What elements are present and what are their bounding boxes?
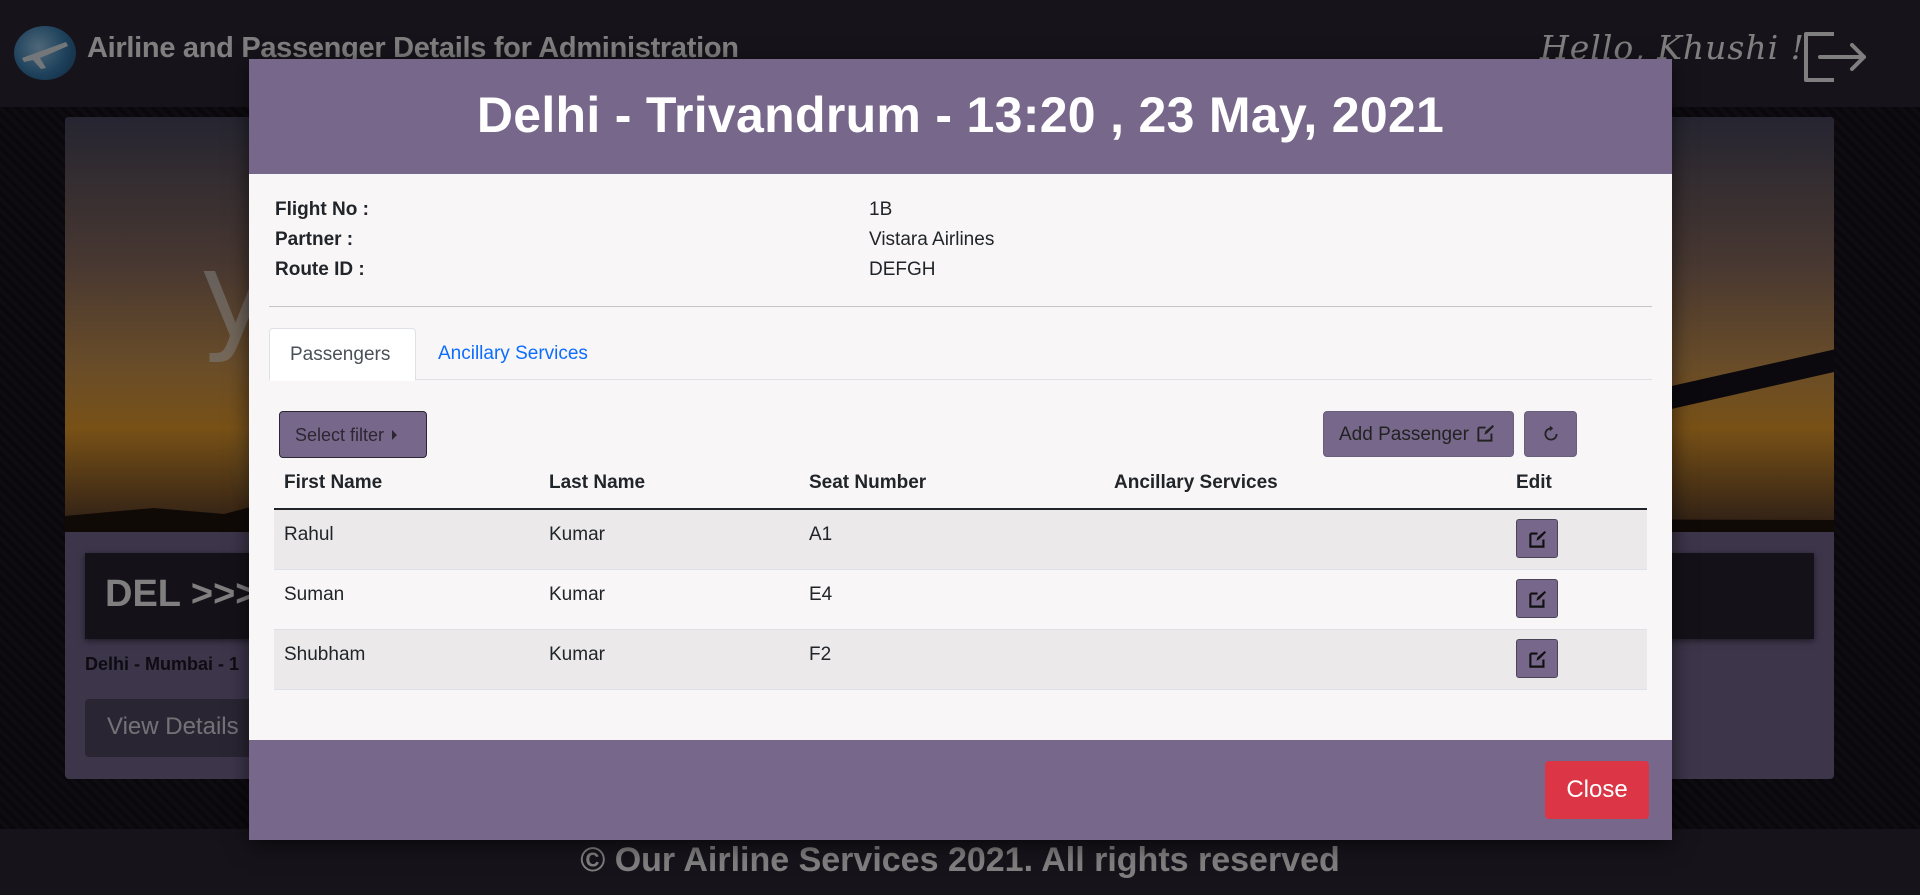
edit-icon (1529, 650, 1547, 668)
edit-passenger-button[interactable] (1516, 638, 1558, 678)
passengers-table: First Name Last Name Seat Number Ancilla… (274, 458, 1647, 690)
flight-info: Flight No : 1B Partner : Vistara Airline… (275, 199, 1645, 289)
edit-passenger-button[interactable] (1516, 518, 1558, 558)
edit-icon (1529, 590, 1547, 608)
select-filter-button[interactable]: Select filter (279, 411, 427, 458)
modal-title: Delhi - Trivandrum - 13:20 , 23 May, 202… (476, 87, 1445, 143)
seat-number-cell: F2 (809, 644, 832, 665)
modal-tabs: Passengers Ancillary Services (269, 328, 1652, 381)
add-passenger-button[interactable]: Add Passenger (1323, 411, 1514, 457)
tab-passengers[interactable]: Passengers (269, 328, 416, 381)
edit-icon (1477, 424, 1495, 442)
first-name-cell: Rahul (284, 524, 334, 546)
first-name-cell: Shubham (284, 644, 366, 665)
column-header: Ancillary Services (1104, 458, 1506, 510)
column-header: First Name (274, 458, 539, 510)
info-value: Vistara Airlines (869, 229, 995, 250)
table-header-row: First Name Last Name Seat Number Ancilla… (274, 458, 1647, 510)
column-header: Edit (1506, 458, 1647, 510)
close-button[interactable]: Close (1545, 761, 1649, 819)
flight-details-modal: Delhi - Trivandrum - 13:20 , 23 May, 202… (249, 59, 1672, 840)
edit-passenger-button[interactable] (1516, 578, 1558, 618)
table-row: Suman Kumar E4 (274, 569, 1647, 630)
info-row-partner: Partner : Vistara Airlines (275, 229, 1645, 259)
seat-number-cell: A1 (809, 524, 833, 546)
seat-number-cell: E4 (809, 584, 833, 605)
info-row-route-id: Route ID : DEFGH (275, 259, 1645, 289)
info-row-flight-no: Flight No : 1B (275, 199, 1645, 229)
last-name-cell: Kumar (549, 644, 605, 665)
table-row: Shubham Kumar F2 (274, 629, 1647, 690)
modal-header: Delhi - Trivandrum - 13:20 , 23 May, 202… (249, 59, 1672, 174)
first-name-cell: Suman (284, 584, 345, 605)
caret-right-icon (392, 430, 398, 440)
info-value: DEFGH (869, 259, 936, 280)
tab-ancillary-services[interactable]: Ancillary Services (418, 328, 608, 381)
edit-icon (1529, 530, 1547, 548)
info-label: Partner : (275, 229, 354, 250)
column-header: Seat Number (799, 458, 1104, 510)
info-label: Route ID : (275, 259, 365, 280)
refresh-button[interactable] (1524, 411, 1577, 457)
select-filter-label: Select filter (295, 425, 385, 445)
table-row: Rahul Kumar A1 (274, 509, 1647, 570)
refresh-icon (1544, 425, 1558, 441)
info-value: 1B (869, 199, 893, 220)
last-name-cell: Kumar (549, 584, 605, 605)
add-passenger-label: Add Passenger (1339, 424, 1469, 445)
column-header: Last Name (539, 458, 799, 510)
last-name-cell: Kumar (549, 524, 605, 546)
divider (269, 306, 1652, 307)
modal-footer: Close (249, 740, 1672, 840)
info-label: Flight No : (275, 199, 369, 220)
